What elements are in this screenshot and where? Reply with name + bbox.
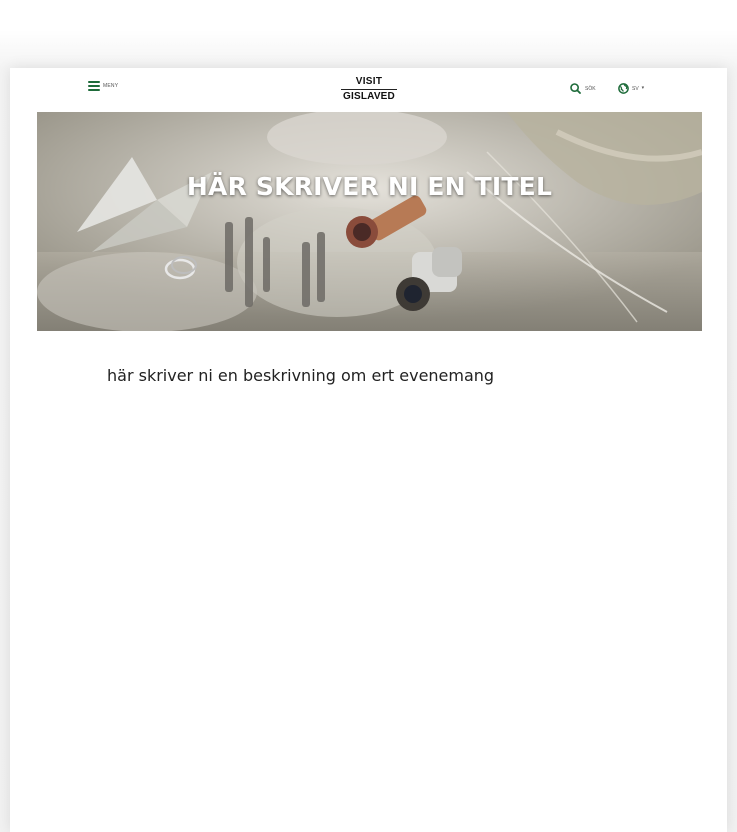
menu-button[interactable]: MENY (88, 81, 118, 91)
logo-divider (341, 89, 397, 90)
globe-icon (618, 83, 629, 94)
language-selector[interactable]: SV ▾ (618, 83, 644, 94)
logo-top-text: VISIT (355, 76, 383, 87)
menu-label: MENY (103, 83, 119, 89)
hamburger-icon (88, 81, 100, 91)
event-description: här skriver ni en beskrivning om ert eve… (107, 366, 495, 385)
hero-image (37, 112, 702, 331)
hero-title: HÄR SKRIVER NI EN TITEL (186, 172, 553, 201)
site-logo[interactable]: VISIT GISLAVED (339, 76, 399, 102)
search-icon (570, 83, 581, 94)
hero-banner: HÄR SKRIVER NI EN TITEL (37, 112, 702, 331)
logo-bottom-text: GISLAVED (343, 91, 395, 102)
search-button[interactable]: SÖK (570, 83, 596, 94)
chevron-down-icon: ▾ (641, 85, 645, 91)
language-label: SV (632, 85, 639, 92)
search-label: SÖK (585, 85, 596, 92)
event-card: MENY VISIT GISLAVED SÖK SV ▾ HÄR SKRIVER… (10, 68, 727, 832)
